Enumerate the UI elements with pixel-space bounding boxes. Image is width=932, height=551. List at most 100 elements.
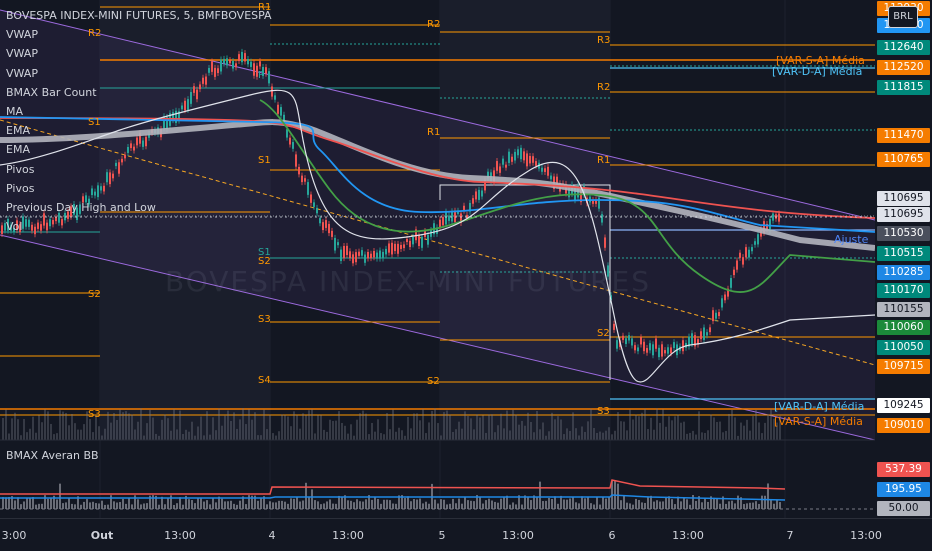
sub-pane-bar bbox=[374, 497, 376, 509]
legend-item[interactable]: EMA bbox=[6, 140, 272, 159]
volume-bar bbox=[185, 429, 187, 440]
legend-item[interactable]: Pivos bbox=[6, 160, 272, 179]
time-axis[interactable]: 3:00 Out 13:00 4 13:00 5 13:00 6 13:00 7 13:00 bbox=[0, 518, 932, 551]
volume-bar bbox=[686, 433, 688, 440]
chart-title[interactable]: BOVESPA INDEX-MINI FUTURES, 5, BMFBOVESP… bbox=[6, 6, 272, 25]
sub-pane-bar bbox=[644, 502, 646, 509]
sub-pane-bar bbox=[68, 498, 70, 509]
sub-pane-bar bbox=[245, 504, 247, 509]
candle-body bbox=[706, 332, 708, 336]
volume-bar bbox=[539, 429, 541, 440]
pivot-label-s2: S2 bbox=[427, 376, 440, 387]
legend-item[interactable]: Vol bbox=[6, 217, 272, 236]
candle-body bbox=[298, 166, 300, 175]
volume-bar bbox=[407, 416, 409, 440]
volume-bar bbox=[77, 429, 79, 440]
candle-body bbox=[544, 168, 546, 172]
volume-bar bbox=[602, 432, 604, 440]
volume-bar bbox=[212, 417, 214, 440]
volume-bar bbox=[11, 418, 13, 440]
sub-pane-legend[interactable]: BMAX Averan BB bbox=[6, 449, 99, 462]
sub-pane-bar bbox=[98, 503, 100, 509]
sub-pane-bar bbox=[95, 503, 97, 509]
volume-bar bbox=[206, 411, 208, 440]
sub-pane-bar bbox=[662, 501, 664, 509]
volume-bar bbox=[257, 435, 259, 440]
candle-body bbox=[547, 166, 549, 176]
legend-item[interactable]: VWAP bbox=[6, 44, 272, 63]
volume-bar bbox=[665, 426, 667, 440]
candle-body bbox=[616, 340, 618, 349]
volume-bar bbox=[230, 420, 232, 440]
candle-body bbox=[439, 219, 441, 228]
sub-pane-bar bbox=[554, 496, 556, 509]
candle-body bbox=[751, 247, 753, 252]
candle-body bbox=[499, 166, 501, 173]
candle-body bbox=[478, 189, 480, 200]
volume-bar bbox=[671, 420, 673, 440]
legend-item[interactable]: Previous Day High and Low bbox=[6, 198, 272, 217]
volume-bar bbox=[176, 429, 178, 440]
legend-item[interactable]: EMA bbox=[6, 121, 272, 140]
sub-pane-bar bbox=[44, 495, 46, 509]
sub-pane-bar bbox=[623, 495, 625, 509]
volume-bar bbox=[113, 413, 115, 440]
sub-pane-bar bbox=[542, 501, 544, 509]
sub-pane-bar bbox=[62, 503, 64, 509]
volume-bar bbox=[629, 409, 631, 440]
sub-pane-bar bbox=[182, 504, 184, 509]
sub-pane-tag: 195.95 bbox=[877, 482, 930, 497]
legend-item[interactable]: BMAX Bar Count bbox=[6, 83, 272, 102]
volume-bar bbox=[188, 431, 190, 440]
price-tag: 110050 bbox=[877, 340, 930, 355]
legend-item[interactable]: Pivos bbox=[6, 179, 272, 198]
time-tick: 4 bbox=[268, 529, 276, 542]
volume-bar bbox=[194, 435, 196, 440]
time-tick: 13:00 bbox=[502, 529, 534, 542]
volume-bar bbox=[320, 415, 322, 440]
sub-pane-bar bbox=[104, 504, 106, 509]
sub-pane-bar bbox=[725, 503, 727, 509]
candle-body bbox=[673, 342, 675, 349]
sub-pane-tag: 537.39 bbox=[877, 462, 930, 477]
sub-pane-bar bbox=[341, 497, 343, 509]
volume-bar bbox=[737, 435, 739, 440]
legend-item[interactable]: MA bbox=[6, 102, 272, 121]
sub-pane-bar bbox=[362, 501, 364, 509]
sub-pane-bar bbox=[314, 500, 316, 509]
volume-bar bbox=[8, 433, 10, 440]
sub-pane-bar bbox=[590, 503, 592, 509]
volume-bar bbox=[569, 430, 571, 440]
sub-pane-bar bbox=[284, 501, 286, 509]
sub-pane-bar bbox=[578, 503, 580, 509]
sub-pane-bar bbox=[626, 502, 628, 509]
volume-bar bbox=[587, 421, 589, 440]
volume-bar bbox=[20, 435, 22, 440]
sub-pane-bar bbox=[164, 504, 166, 509]
candle-body bbox=[646, 348, 648, 353]
sub-pane-bar bbox=[230, 500, 232, 509]
volume-bar bbox=[203, 435, 205, 440]
candle-body bbox=[724, 294, 726, 301]
legend-item[interactable]: VWAP bbox=[6, 64, 272, 83]
currency-badge[interactable]: BRL bbox=[888, 6, 918, 28]
candle-body bbox=[778, 213, 780, 222]
sub-pane-bar bbox=[38, 503, 40, 509]
volume-bar bbox=[545, 435, 547, 440]
price-tag: 109010 bbox=[877, 418, 930, 433]
candle-body bbox=[391, 242, 393, 255]
volume-bar bbox=[92, 432, 94, 440]
volume-bar bbox=[725, 430, 727, 440]
sub-pane-bar bbox=[494, 501, 496, 509]
candle-body bbox=[757, 234, 759, 245]
legend-item[interactable]: VWAP bbox=[6, 25, 272, 44]
volume-bar bbox=[476, 414, 478, 440]
sub-pane-bar bbox=[296, 496, 298, 509]
candle-body bbox=[700, 331, 702, 340]
volume-bar bbox=[491, 414, 493, 440]
sub-pane-bar bbox=[191, 500, 193, 509]
sub-pane-bar bbox=[335, 503, 337, 509]
volume-bar bbox=[479, 417, 481, 440]
volume-bar bbox=[626, 430, 628, 440]
price-scale[interactable]: 1129301128601126401125201118151114701107… bbox=[875, 0, 932, 518]
